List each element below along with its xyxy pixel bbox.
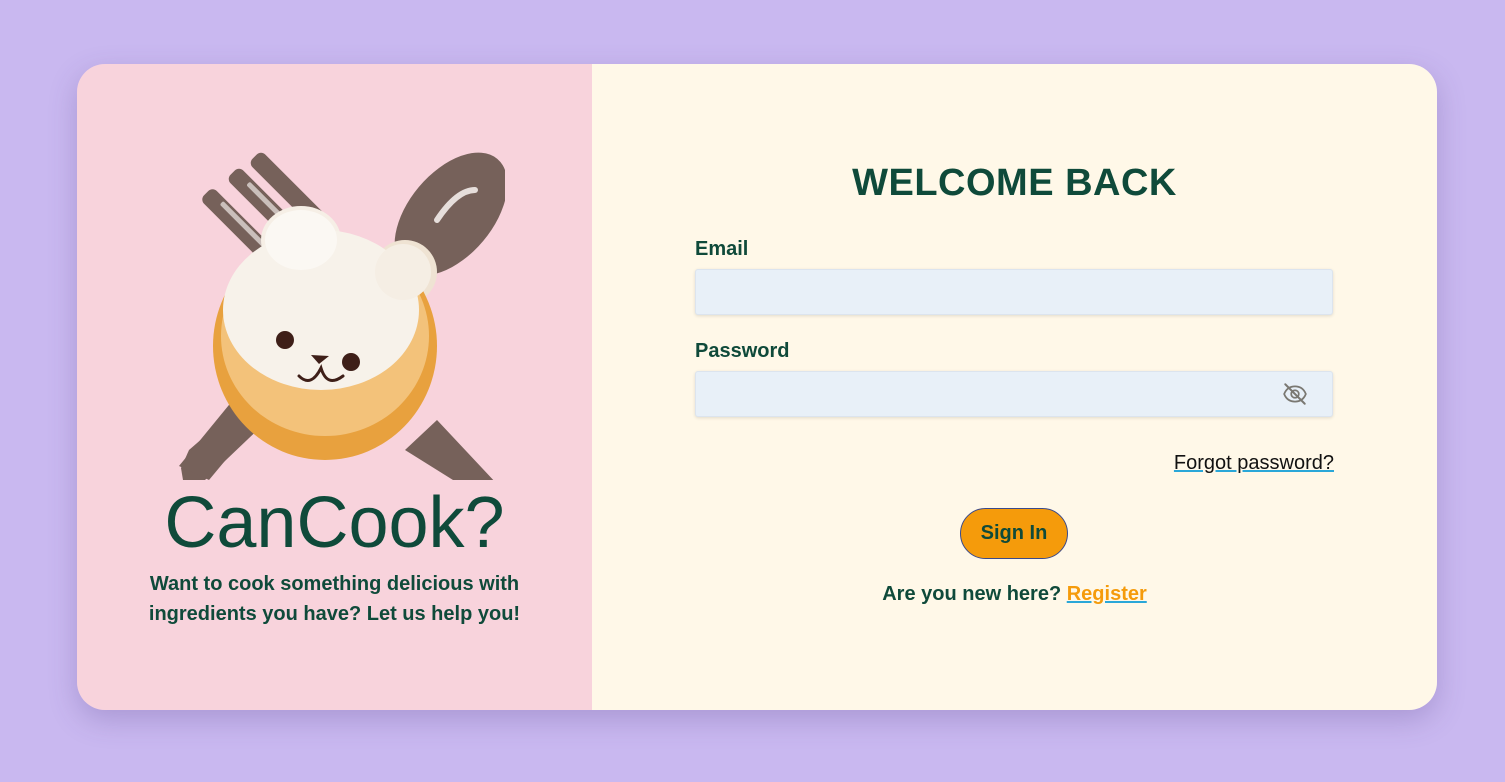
brand-panel: CanCook? Want to cook something deliciou… [77,64,592,710]
sign-in-button[interactable]: Sign In [960,508,1068,559]
login-panel: WELCOME BACK Email Password Forgot passw… [592,64,1437,710]
register-prompt: Are you new here? [882,583,1062,605]
email-field[interactable] [695,269,1333,315]
page-title: WELCOME BACK [852,162,1177,204]
email-label: Email [695,238,749,260]
eye-off-icon[interactable] [1282,381,1308,407]
fork-spoon-bear-bun-icon [179,152,505,480]
brand-tagline: Want to cook something delicious with in… [148,573,521,625]
password-field[interactable] [695,371,1333,417]
register-row: Are you new here? Register [592,583,1437,606]
brand-name: CanCook? [164,483,505,563]
password-label: Password [695,340,790,362]
forgot-password-link[interactable]: Forgot password? [1174,452,1334,475]
register-link[interactable]: Register [1067,583,1147,605]
login-card: CanCook? Want to cook something deliciou… [77,64,1437,710]
